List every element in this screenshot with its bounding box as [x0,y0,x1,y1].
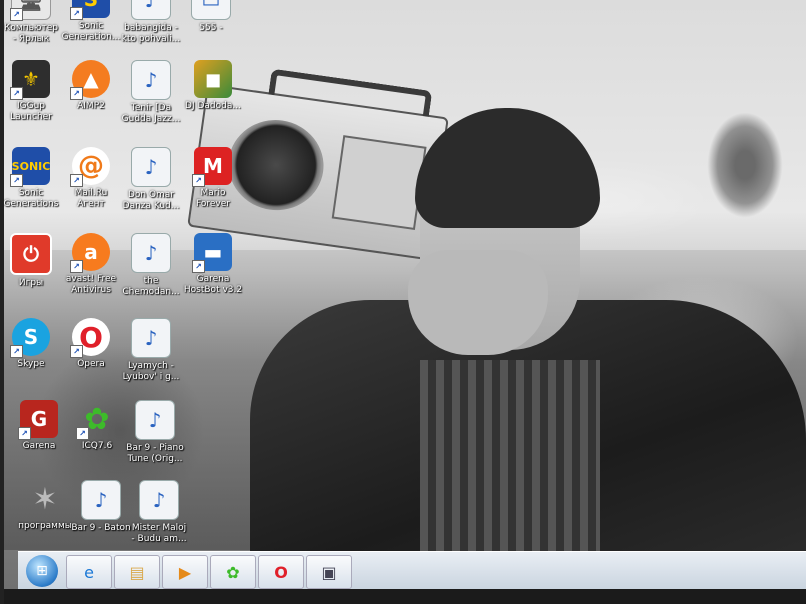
programs-icon: ✶ [32,481,58,517]
wallpaper-person-shirt [420,360,600,570]
audio-file-icon: ♪ [139,480,179,520]
garena-icon: G ↗ [18,400,58,440]
monitor-bezel [0,589,806,604]
file-icon: ▭ [191,0,231,20]
image-file-icon: ◼ [194,60,232,98]
desktop-icon-iggup-launcher[interactable]: ⚜ ↗ IGGup Launcher [0,60,62,123]
desktop-icon-babangida[interactable]: ♪ babangida - kto pohvali... [120,0,182,45]
computer-icon: 🖥 ↗ [10,0,51,21]
opera-icon: O ↗ [70,318,110,358]
audio-file-icon: ♪ [131,318,171,358]
desktop-icon-dj-dadoda[interactable]: ◼ DJ Dadoda... [182,60,244,112]
ie-icon[interactable]: e [66,555,112,589]
desktop-icon-sonic-generations-2[interactable]: SONIC ↗ Sonic Generations [0,147,62,210]
desktop-icon-garena-hostbot[interactable]: ▬ ↗ Garena HostBot v3.2 [182,233,244,296]
desktop-icon-sonic-generations-1[interactable]: S↗ Sonic Generation... [60,0,122,43]
garena-hostbot-icon: ▬ ↗ [192,233,232,273]
opera-taskbar-icon[interactable]: O [258,555,304,589]
desktop-icon-555[interactable]: ▭ 555 - [180,0,242,34]
icq-icon: ✿ ↗ [76,400,116,440]
desktop-icon-aimp2[interactable]: ▲ ↗ AIMP2 [60,60,122,112]
audio-file-icon: ♪ [135,400,175,440]
mario-icon: M ↗ [192,147,232,187]
desktop-icon-bar9-baton[interactable]: ♪ Bar 9 - Baton [70,480,132,534]
audio-file-icon: ♪ [131,147,171,187]
desktop-icon-don-omar[interactable]: ♪ Don Omar Danza Kud... [120,147,182,212]
desktop-icon-programs[interactable]: ✶ программы [14,480,76,532]
desktop-icon-opera[interactable]: O ↗ Opera [60,318,122,370]
avast-icon: a ↗ [70,233,110,273]
desktop-icon-tenir[interactable]: ♪ Tenir [Da Gudda Jazz... [120,60,182,125]
audio-file-icon: ♪ [131,60,171,100]
skype-icon: S ↗ [10,318,50,358]
explorer-icon[interactable]: ▤ [114,555,160,589]
media-player-icon[interactable]: ▶ [162,555,208,589]
desktop-icon-icq[interactable]: ✿ ↗ ICQ7.6 [66,400,128,452]
audio-file-icon: ♪ [131,233,171,273]
desktop-icon-the-chemodan[interactable]: ♪ the Chemodan... [120,233,182,298]
wallpaper-person-mask [408,250,548,355]
iggup-icon: ⚜ ↗ [10,60,50,100]
monitor-bezel-left [0,0,4,604]
taskbar: ⊞ e ▤ ▶ ✿ O ▣ [18,551,806,590]
windows-start-icon[interactable]: ⊞ [26,555,58,587]
icq-taskbar-icon[interactable]: ✿ [210,555,256,589]
desktop-icon-bar9-piano-tune[interactable]: ♪ Bar 9 - Piano Tune (Orig... [124,400,186,465]
desktop-icon-lyamych[interactable]: ♪ Lyamych - Lyubov' i g... [120,318,182,383]
audio-file-icon: ♪ [131,0,171,20]
games-icon: ⏻ [10,233,52,275]
desktop-icon-computer[interactable]: 🖥 ↗ Компьютер - Ярлык [0,0,62,45]
desktop-icon-skype[interactable]: S ↗ Skype [0,318,62,370]
audio-file-icon: ♪ [81,480,121,520]
desktop-icon-mailru-agent[interactable]: @ ↗ Mail.Ru Агент [60,147,122,210]
desktop-icon-mario-forever[interactable]: M ↗ Mario Forever [182,147,244,210]
aimp-icon: ▲ ↗ [70,60,110,100]
sonic-icon: SONIC ↗ [10,147,50,187]
desktop-icon-mister-maloj[interactable]: ♪ Mister Maloj - Budu am... [128,480,190,545]
desktop-icon-garena[interactable]: G ↗ Garena [8,400,70,452]
desktop-icon-games[interactable]: ⏻ Игры [0,233,62,289]
wallpaper-tree [690,90,800,240]
game-icon[interactable]: ▣ [306,555,352,589]
sonic-icon: S↗ [70,0,110,20]
mailru-agent-icon: @ ↗ [70,147,110,187]
desktop-icon-avast[interactable]: a ↗ avast! Free Antivirus [60,233,122,296]
